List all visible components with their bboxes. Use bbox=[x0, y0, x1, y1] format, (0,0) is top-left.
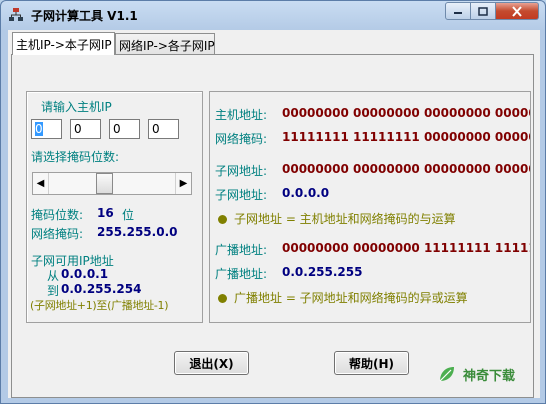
mask-bits-value: 16 bbox=[97, 206, 114, 220]
netmask-label: 网络掩码: bbox=[31, 227, 84, 241]
bcast-value: 0.0.255.255 bbox=[282, 265, 363, 279]
netmask-value: 255.255.0.0 bbox=[97, 225, 178, 239]
slider-right-button[interactable]: ▶ bbox=[175, 173, 191, 194]
ip-octet-4-input[interactable]: 0 bbox=[148, 119, 179, 139]
bcast-note: 广播地址 = 子网地址和网络掩码的异或运算 bbox=[218, 289, 468, 306]
arrow-right-icon: ▶ bbox=[179, 178, 188, 189]
bullet-icon bbox=[218, 294, 227, 303]
main-window: 子网计算工具 V1.1 主机IP->本子网IP 网络IP->各子网IP 请输入主… bbox=[0, 0, 546, 404]
leaf-icon bbox=[439, 367, 454, 382]
host-addr-label: 主机地址: bbox=[215, 108, 268, 122]
mask-label: 网络掩码: bbox=[215, 132, 268, 146]
maximize-button[interactable] bbox=[471, 2, 496, 20]
subnet-note: 子网地址 = 主机地址和网络掩码的与运算 bbox=[218, 210, 456, 227]
mask-bits-slider[interactable]: ◀ ▶ bbox=[32, 172, 192, 195]
tab-host-to-subnet[interactable]: 主机IP->本子网IP bbox=[12, 32, 115, 55]
ip-octet-1-input[interactable]: 0 bbox=[31, 119, 62, 139]
tab-page: 请输入主机IP 0 0 0 0 请选择掩码位数: ◀ ▶ 掩码位数: 16 位 … bbox=[11, 54, 534, 398]
minimize-button[interactable] bbox=[445, 2, 471, 20]
title-bar[interactable]: 子网计算工具 V1.1 bbox=[1, 1, 545, 29]
subnet-bits: 00000000 00000000 00000000 00000000 bbox=[282, 162, 530, 176]
subnet-value: 0.0.0.0 bbox=[282, 186, 330, 200]
close-button[interactable] bbox=[496, 2, 539, 20]
network-icon bbox=[9, 8, 23, 21]
mask-bits-prompt: 请选择掩码位数: bbox=[31, 150, 120, 164]
arrow-left-icon: ◀ bbox=[36, 178, 45, 189]
ip-octet-3-input[interactable]: 0 bbox=[109, 119, 140, 139]
result-panel: 主机地址: 00000000 00000000 00000000 0000000… bbox=[209, 91, 531, 323]
mask-bits: 11111111 11111111 00000000 00000000 bbox=[282, 130, 530, 144]
host-addr-bits: 00000000 00000000 00000000 00000000 bbox=[282, 106, 530, 120]
subnet-label: 子网地址: bbox=[215, 164, 268, 178]
from-value: 0.0.0.1 bbox=[61, 267, 109, 281]
help-button[interactable]: 帮助(H) bbox=[334, 351, 409, 375]
tab-network-to-subnets[interactable]: 网络IP->各子网IP bbox=[115, 33, 215, 54]
client-area: 主机IP->本子网IP 网络IP->各子网IP 请输入主机IP 0 0 0 0 … bbox=[8, 30, 540, 398]
slider-thumb[interactable] bbox=[96, 173, 113, 194]
bcast-bits: 00000000 00000000 11111111 11111111 bbox=[282, 241, 530, 255]
maximize-icon bbox=[478, 6, 488, 16]
input-ip-label: 请输入主机IP bbox=[41, 100, 112, 114]
mask-bits-unit: 位 bbox=[122, 208, 135, 222]
bcast-label-2: 广播地址: bbox=[215, 267, 268, 281]
watermark-text: 神奇下载 bbox=[463, 368, 516, 384]
ip-octet-2-input[interactable]: 0 bbox=[70, 119, 101, 139]
watermark-logo: 神奇下载 bbox=[437, 361, 529, 387]
range-note: (子网地址+1)至(广播地址-1) bbox=[30, 299, 169, 312]
window-title: 子网计算工具 V1.1 bbox=[31, 9, 138, 23]
minimize-icon bbox=[454, 12, 462, 14]
mask-bits-label: 掩码位数: bbox=[31, 208, 84, 222]
slider-left-button[interactable]: ◀ bbox=[33, 173, 49, 194]
close-icon bbox=[512, 5, 522, 17]
subnet-label-2: 子网地址: bbox=[215, 188, 268, 202]
to-value: 0.0.255.254 bbox=[61, 282, 142, 296]
input-panel: 请输入主机IP 0 0 0 0 请选择掩码位数: ◀ ▶ 掩码位数: 16 位 … bbox=[26, 91, 203, 323]
exit-button[interactable]: 退出(X) bbox=[174, 351, 249, 375]
bullet-icon bbox=[218, 215, 227, 224]
bcast-label: 广播地址: bbox=[215, 243, 268, 257]
